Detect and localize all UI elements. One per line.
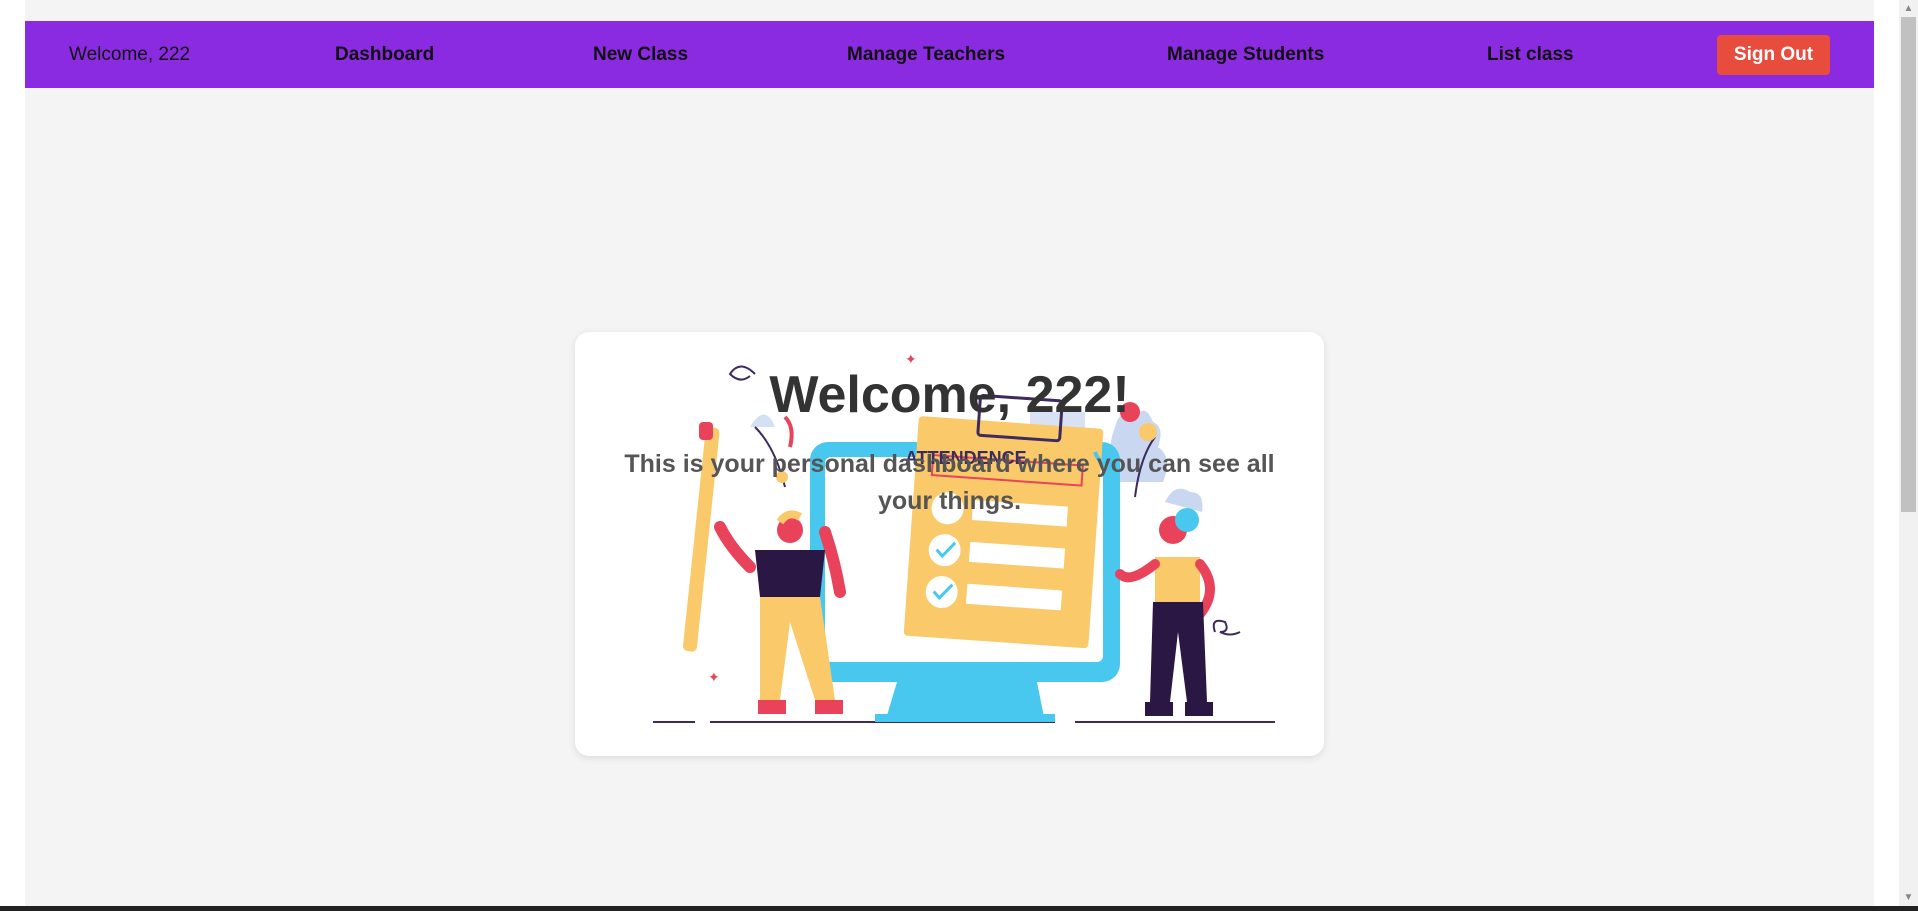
dashboard-description: This is your personal dashboard where yo… [624, 450, 1275, 515]
scroll-down-arrow-icon[interactable]: ▼ [1899, 889, 1918, 906]
nav-list-class-link[interactable]: List class [1487, 21, 1574, 88]
scroll-up-arrow-icon[interactable]: ▲ [1899, 0, 1918, 17]
nav-manage-students-link[interactable]: Manage Students [1167, 21, 1324, 88]
welcome-user-text: Welcome, 222 [69, 44, 191, 65]
vertical-scrollbar[interactable]: ▲ ▼ [1899, 0, 1918, 906]
bottom-edge-bar [0, 906, 1918, 911]
sign-out-button[interactable]: Sign Out [1717, 35, 1830, 75]
scrollbar-thumb[interactable] [1901, 17, 1916, 512]
nav-new-class-link[interactable]: New Class [593, 21, 688, 88]
welcome-card: ATTENDENCE ✦ ✦ Welcome, 222! This is you… [575, 332, 1324, 756]
dashboard-welcome-heading: Welcome, 222! [769, 366, 1130, 424]
svg-text:✦: ✦ [708, 669, 720, 685]
top-navbar: Welcome, 222 Dashboard New Class Manage … [25, 21, 1874, 88]
nav-dashboard-link[interactable]: Dashboard [335, 21, 434, 88]
nav-manage-teachers-link[interactable]: Manage Teachers [847, 21, 1005, 88]
